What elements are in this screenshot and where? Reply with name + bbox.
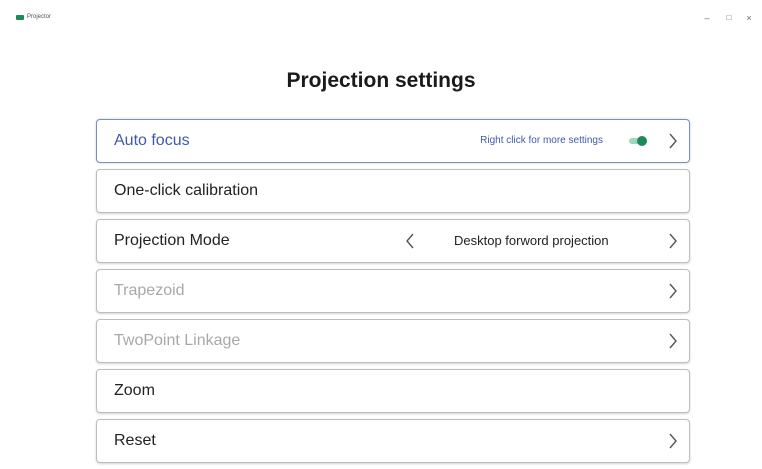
calibration-label: One-click calibration — [114, 182, 259, 199]
close-button[interactable]: × — [742, 12, 756, 24]
settings-list: Auto focus Right click for more settings… — [96, 119, 690, 469]
trapezoid-row[interactable]: Trapezoid — [96, 269, 690, 313]
chevron-left-icon[interactable] — [404, 220, 422, 262]
projection-mode-row: Projection Mode Desktop forword projecti… — [96, 219, 690, 263]
page-title: Projection settings — [286, 69, 476, 92]
projector-app-icon — [16, 15, 24, 20]
chevron-right-icon[interactable] — [667, 420, 685, 462]
chevron-right-icon[interactable] — [667, 120, 685, 162]
auto-focus-toggle[interactable] — [629, 136, 649, 146]
chevron-right-icon[interactable] — [667, 270, 685, 312]
chevron-right-icon[interactable] — [667, 320, 685, 362]
reset-row[interactable]: Reset — [96, 419, 690, 463]
chevron-right-icon[interactable] — [667, 220, 685, 262]
maximize-button[interactable]: □ — [722, 12, 736, 24]
zoom-row[interactable]: Zoom — [96, 369, 690, 413]
auto-focus-hint: Right click for more settings — [480, 135, 603, 146]
minimize-button[interactable]: – — [700, 12, 714, 24]
projection-mode-label: Projection Mode — [114, 232, 230, 249]
reset-label: Reset — [114, 432, 156, 449]
one-click-calibration-row[interactable]: One-click calibration — [96, 169, 690, 213]
toggle-knob — [637, 136, 647, 146]
title-bar: Projector – □ × — [0, 0, 762, 34]
app-name: Projector — [27, 14, 52, 20]
auto-focus-label: Auto focus — [114, 132, 190, 149]
twopoint-linkage-row[interactable]: TwoPoint Linkage — [96, 319, 690, 363]
auto-focus-row[interactable]: Auto focus Right click for more settings — [96, 119, 690, 163]
twopoint-linkage-label: TwoPoint Linkage — [114, 332, 241, 349]
zoom-label: Zoom — [114, 382, 155, 399]
projection-mode-value: Desktop forword projection — [454, 233, 609, 248]
trapezoid-label: Trapezoid — [114, 282, 185, 299]
